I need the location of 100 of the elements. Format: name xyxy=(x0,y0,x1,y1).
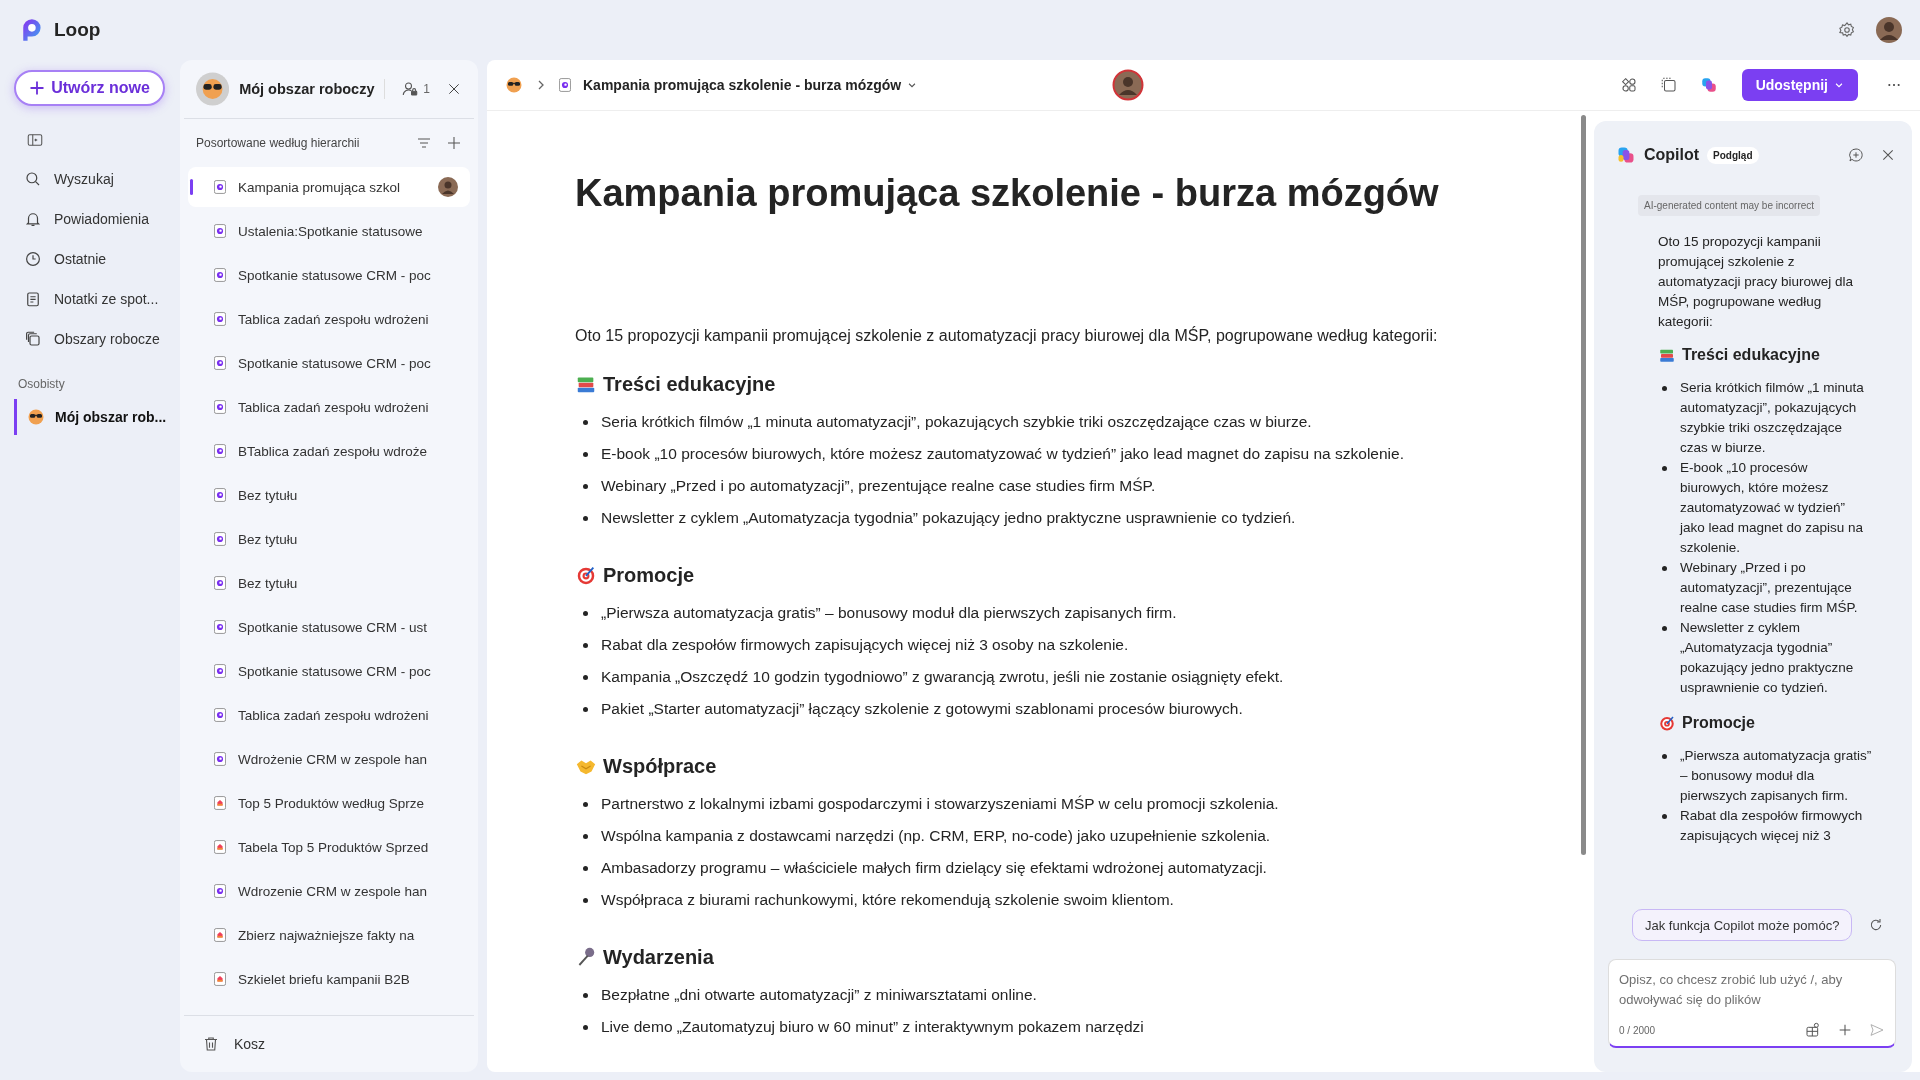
page-list-item[interactable]: Spotkanie statusowe CRM - poc xyxy=(188,343,470,383)
page-list-item[interactable]: Top 5 Produktów według Sprze xyxy=(188,783,470,823)
bullet-item: E-book „10 procesów biurowych, które możesz zautomatyzować w tydzień” jako lead magnet do zapisu na szkolenie. xyxy=(1658,458,1872,558)
paragraph: Oto 15 propozycji kampanii promującej szkolenie z automatyzacji pracy biurowej dla MŚP, pogrupowane według kategorii: xyxy=(1658,233,1855,331)
loop-page-icon xyxy=(214,576,226,590)
page-list-item[interactable]: Wdrozenie CRM w zespole han xyxy=(188,871,470,911)
disclaimer-badge: AI-generated content may be incorrect xyxy=(1638,195,1821,216)
create-new-button[interactable]: Utwórz nowe xyxy=(14,70,165,106)
suggestion-chip[interactable]: Jak funkcja Copilot może pomóc? xyxy=(1632,909,1853,941)
trash-button[interactable]: Kosz xyxy=(196,1034,272,1054)
section-heading: Promocje xyxy=(603,563,695,587)
loop-page-icon xyxy=(214,884,226,898)
page-list-item[interactable]: Spotkanie statusowe CRM - poc xyxy=(188,255,470,295)
page-title: Spotkanie statusowe CRM - poc xyxy=(238,663,431,679)
nav-item[interactable]: Powiadomienia xyxy=(14,199,180,239)
nav-item[interactable]: Ostatnie xyxy=(14,239,180,279)
workspace-emoji-icon[interactable] xyxy=(505,76,523,94)
loop-page-icon xyxy=(214,400,226,414)
page-list-item[interactable]: Tabela Top 5 Produktów Sprzed xyxy=(188,827,470,867)
page-list-item[interactable]: Bez tytułu xyxy=(188,475,470,515)
page-list-item[interactable]: BTablica zadań zespołu wdroże xyxy=(188,431,470,471)
close-icon[interactable] xyxy=(446,81,462,97)
composer-box[interactable]: Opisz, co chcesz zrobić lub użyć /, aby odwoływać się do plików 0 / 2000 xyxy=(1608,959,1896,1048)
presence-avatar[interactable] xyxy=(1112,69,1145,101)
bullet-item: Live demo „Zautomatyzuj biuro w 60 minut” z interaktywnym pokazem narzędzi xyxy=(579,1010,1541,1043)
settings-icon[interactable] xyxy=(1838,21,1856,39)
bullet-item: Rabat dla zespołów firmowych zapisujących więcej niż 3 osoby na szkolenie. xyxy=(579,628,1541,661)
scrollbar[interactable] xyxy=(1581,115,1586,855)
workspace-title: Mój obszar roboczy xyxy=(239,81,375,97)
nav-item[interactable]: Notatki ze spot... xyxy=(14,279,180,319)
bullet-item: Wspólna kampania z dostawcami narzędzi (np. CRM, ERP, no-code) jako uzupełnienie szkolenia. xyxy=(579,819,1541,852)
page-list-item[interactable]: Spotkanie statusowe CRM - poc xyxy=(188,651,470,691)
page-title-dropdown[interactable]: Kampania promująca szkolenie - burza mózgów xyxy=(583,77,918,93)
members-button[interactable]: 1 xyxy=(395,79,436,99)
trash-icon xyxy=(202,1035,220,1053)
bullet-item: Newsletter z cyklem „Automatyzacja tygodnia” pokazujący jedno praktyczne usprawnienie co tydzień. xyxy=(1658,618,1872,698)
page-list-item[interactable]: Szkielet briefu kampanii B2B xyxy=(188,959,470,999)
page-list-item[interactable]: Wdrożenie CRM w zespole han xyxy=(188,739,470,779)
clock-icon xyxy=(24,250,42,268)
page-title: Tablica zadań zespołu wdrożeni xyxy=(238,399,429,415)
bullet-item: Pakiet „Starter automatyzacji” łączący szkolenie z gotowymi szablonami procesów biurowych. xyxy=(579,692,1541,725)
page-list-item[interactable]: Bez tytułu xyxy=(188,563,470,603)
page-title: Bez tytułu xyxy=(238,531,298,547)
copilot-icon[interactable] xyxy=(1699,76,1718,94)
bullet-item: Kampania „Oszczędź 10 godzin tygodniowo” z gwarancją zwrotu, jeśli nie zostanie osiągnięty efekt. xyxy=(579,660,1541,693)
loop-page-icon xyxy=(214,312,226,326)
loop-page-icon xyxy=(214,224,226,238)
page-title: Szkielet briefu kampanii B2B xyxy=(238,971,410,987)
nav-item[interactable]: Wyszukaj xyxy=(14,159,180,199)
loop-page-icon xyxy=(214,708,226,722)
close-icon[interactable] xyxy=(1880,147,1896,163)
loop-page-icon xyxy=(214,268,226,282)
copilot-title: Copilot xyxy=(1644,146,1700,164)
caret-icon xyxy=(907,80,918,90)
screen-select-icon[interactable] xyxy=(1659,76,1678,94)
page-list-item[interactable]: Tablica zadań zespołu wdrożeni xyxy=(188,387,470,427)
search-icon xyxy=(24,170,42,188)
app-name: Loop xyxy=(54,19,101,41)
section-heading: Wydarzenia xyxy=(603,945,714,969)
page-list-item[interactable]: Zbierz najważniejsze fakty na xyxy=(188,915,470,955)
loop-page-icon xyxy=(214,444,226,458)
target-icon xyxy=(575,564,597,587)
page-list-item[interactable]: Ustalenia:Spotkanie statusowe xyxy=(188,211,470,251)
section-heading: Treści edukacyjne xyxy=(1682,346,1820,364)
notes-icon xyxy=(24,290,42,308)
bullet-item: „Pierwsza automatyzacja gratis” – bonusowy moduł dla pierwszych zapisanych firm. xyxy=(579,596,1541,629)
page-list-item[interactable]: Tablica zadań zespołu wdrożeni xyxy=(188,695,470,735)
page-list-item[interactable]: Bez tytułu xyxy=(188,519,470,559)
new-chat-icon[interactable] xyxy=(1848,147,1864,163)
page-title: Zbierz najważniejsze fakty na xyxy=(238,927,415,943)
loop-page-icon xyxy=(214,752,226,766)
nav-item[interactable]: Obszary robocze xyxy=(14,319,180,359)
user-avatar[interactable] xyxy=(1876,17,1902,43)
bullet-item: Webinary „Przed i po automatyzacji”, prezentujące realne case studies firm MŚP. xyxy=(579,469,1541,502)
bullet-item: Seria krótkich filmów „1 minuta automatyzacji”, pokazujących szybkie triki oszczędzające czas w biurze. xyxy=(579,405,1541,438)
page-icon xyxy=(214,796,226,810)
page-list-item[interactable]: Tablica zadań zespołu wdrożeni xyxy=(188,299,470,339)
page-list-item[interactable]: Spotkanie statusowe CRM - ust xyxy=(188,607,470,647)
workspace-avatar xyxy=(196,69,230,109)
page-title: Wdrozenie CRM w zespole han xyxy=(238,883,428,899)
bullet-item: Newsletter z cyklem „Automatyzacja tygodnia” pokazujący jedno praktyczne usprawnienie co tydzień. xyxy=(579,501,1541,534)
apps-icon[interactable] xyxy=(1619,76,1638,94)
collapse-sidebar-icon[interactable] xyxy=(26,131,44,149)
loop-page-icon xyxy=(214,620,226,634)
loop-page-icon xyxy=(214,180,226,194)
bullet-item: Partnerstwo z lokalnymi izbami gospodarczymi i stowarzyszeniami MŚP w celu promocji szkolenia. xyxy=(579,787,1541,820)
preview-badge: Podgląd xyxy=(1707,146,1759,164)
share-button[interactable]: Udostępnij xyxy=(1741,69,1858,101)
page-title: Spotkanie statusowe CRM - poc xyxy=(238,355,431,371)
sunglasses-emoji-icon xyxy=(27,408,45,426)
page-title: Tabela Top 5 Produktów Sprzed xyxy=(238,839,429,855)
loop-page-icon xyxy=(214,356,226,370)
page-list-item[interactable]: Kampania promująca szkol xyxy=(188,167,470,207)
caret-icon xyxy=(1834,80,1844,90)
section-heading: Promocje xyxy=(1682,714,1755,732)
page-title: Tablica zadań zespołu wdrożeni xyxy=(238,311,429,327)
person-lock-icon xyxy=(401,80,420,98)
page-icon xyxy=(214,972,226,986)
prompts-icon[interactable] xyxy=(1805,1022,1821,1038)
stacked-pages-icon xyxy=(24,330,42,348)
